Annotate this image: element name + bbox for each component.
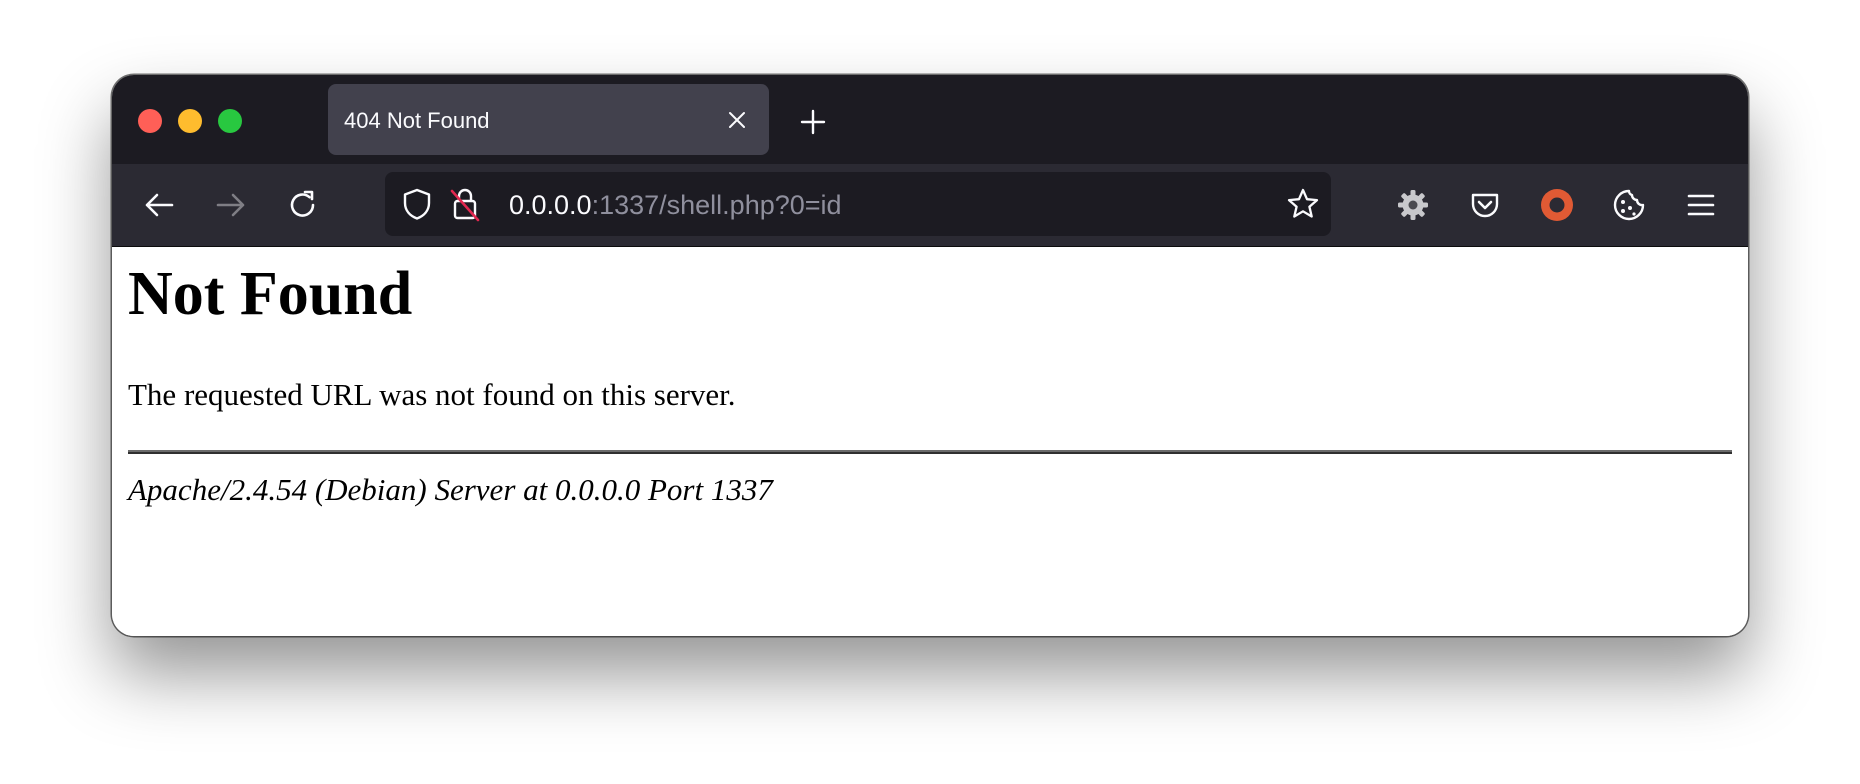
- server-signature: Apache/2.4.54 (Debian) Server at 0.0.0.0…: [128, 472, 773, 507]
- record-icon[interactable]: [1538, 186, 1576, 224]
- close-window-button[interactable]: [138, 109, 162, 133]
- pocket-icon[interactable]: [1466, 186, 1504, 224]
- url-path: :1337/shell.php?0=id: [591, 190, 842, 220]
- horizontal-rule: [128, 450, 1732, 454]
- tab-title: 404 Not Found: [344, 108, 490, 133]
- url-host: 0.0.0.0: [509, 190, 592, 220]
- hamburger-menu-icon[interactable]: [1682, 186, 1720, 224]
- star-icon[interactable]: [1285, 186, 1321, 222]
- minimize-window-button[interactable]: [178, 109, 202, 133]
- arrow-right-icon[interactable]: [212, 186, 250, 224]
- zoom-window-button[interactable]: [218, 109, 242, 133]
- navigation-toolbar: 0.0.0.0:1337/shell.php?0=id: [112, 164, 1748, 247]
- arrow-left-icon[interactable]: [140, 186, 178, 224]
- tab-404-not-found[interactable]: 404 Not Found: [328, 84, 769, 155]
- url-bar[interactable]: 0.0.0.0:1337/shell.php?0=id: [385, 172, 1331, 236]
- browser-window: 404 Not Found 0.0.0.0:1337/shell.php?0=i…: [112, 75, 1748, 636]
- title-bar: 404 Not Found: [112, 75, 1748, 164]
- reload-icon[interactable]: [284, 186, 322, 224]
- shield-icon[interactable]: [399, 186, 435, 222]
- page-content: Not Found The requested URL was not foun…: [112, 247, 1748, 636]
- cookie-icon[interactable]: [1610, 186, 1648, 224]
- error-message: The requested URL was not found on this …: [128, 377, 736, 412]
- insecure-lock-icon[interactable]: [447, 184, 483, 224]
- close-icon[interactable]: [725, 108, 749, 132]
- page-title: Not Found: [128, 260, 413, 328]
- gear-icon[interactable]: [1394, 186, 1432, 224]
- url-text[interactable]: 0.0.0.0:1337/shell.php?0=id: [509, 190, 842, 221]
- plus-icon[interactable]: [798, 107, 828, 137]
